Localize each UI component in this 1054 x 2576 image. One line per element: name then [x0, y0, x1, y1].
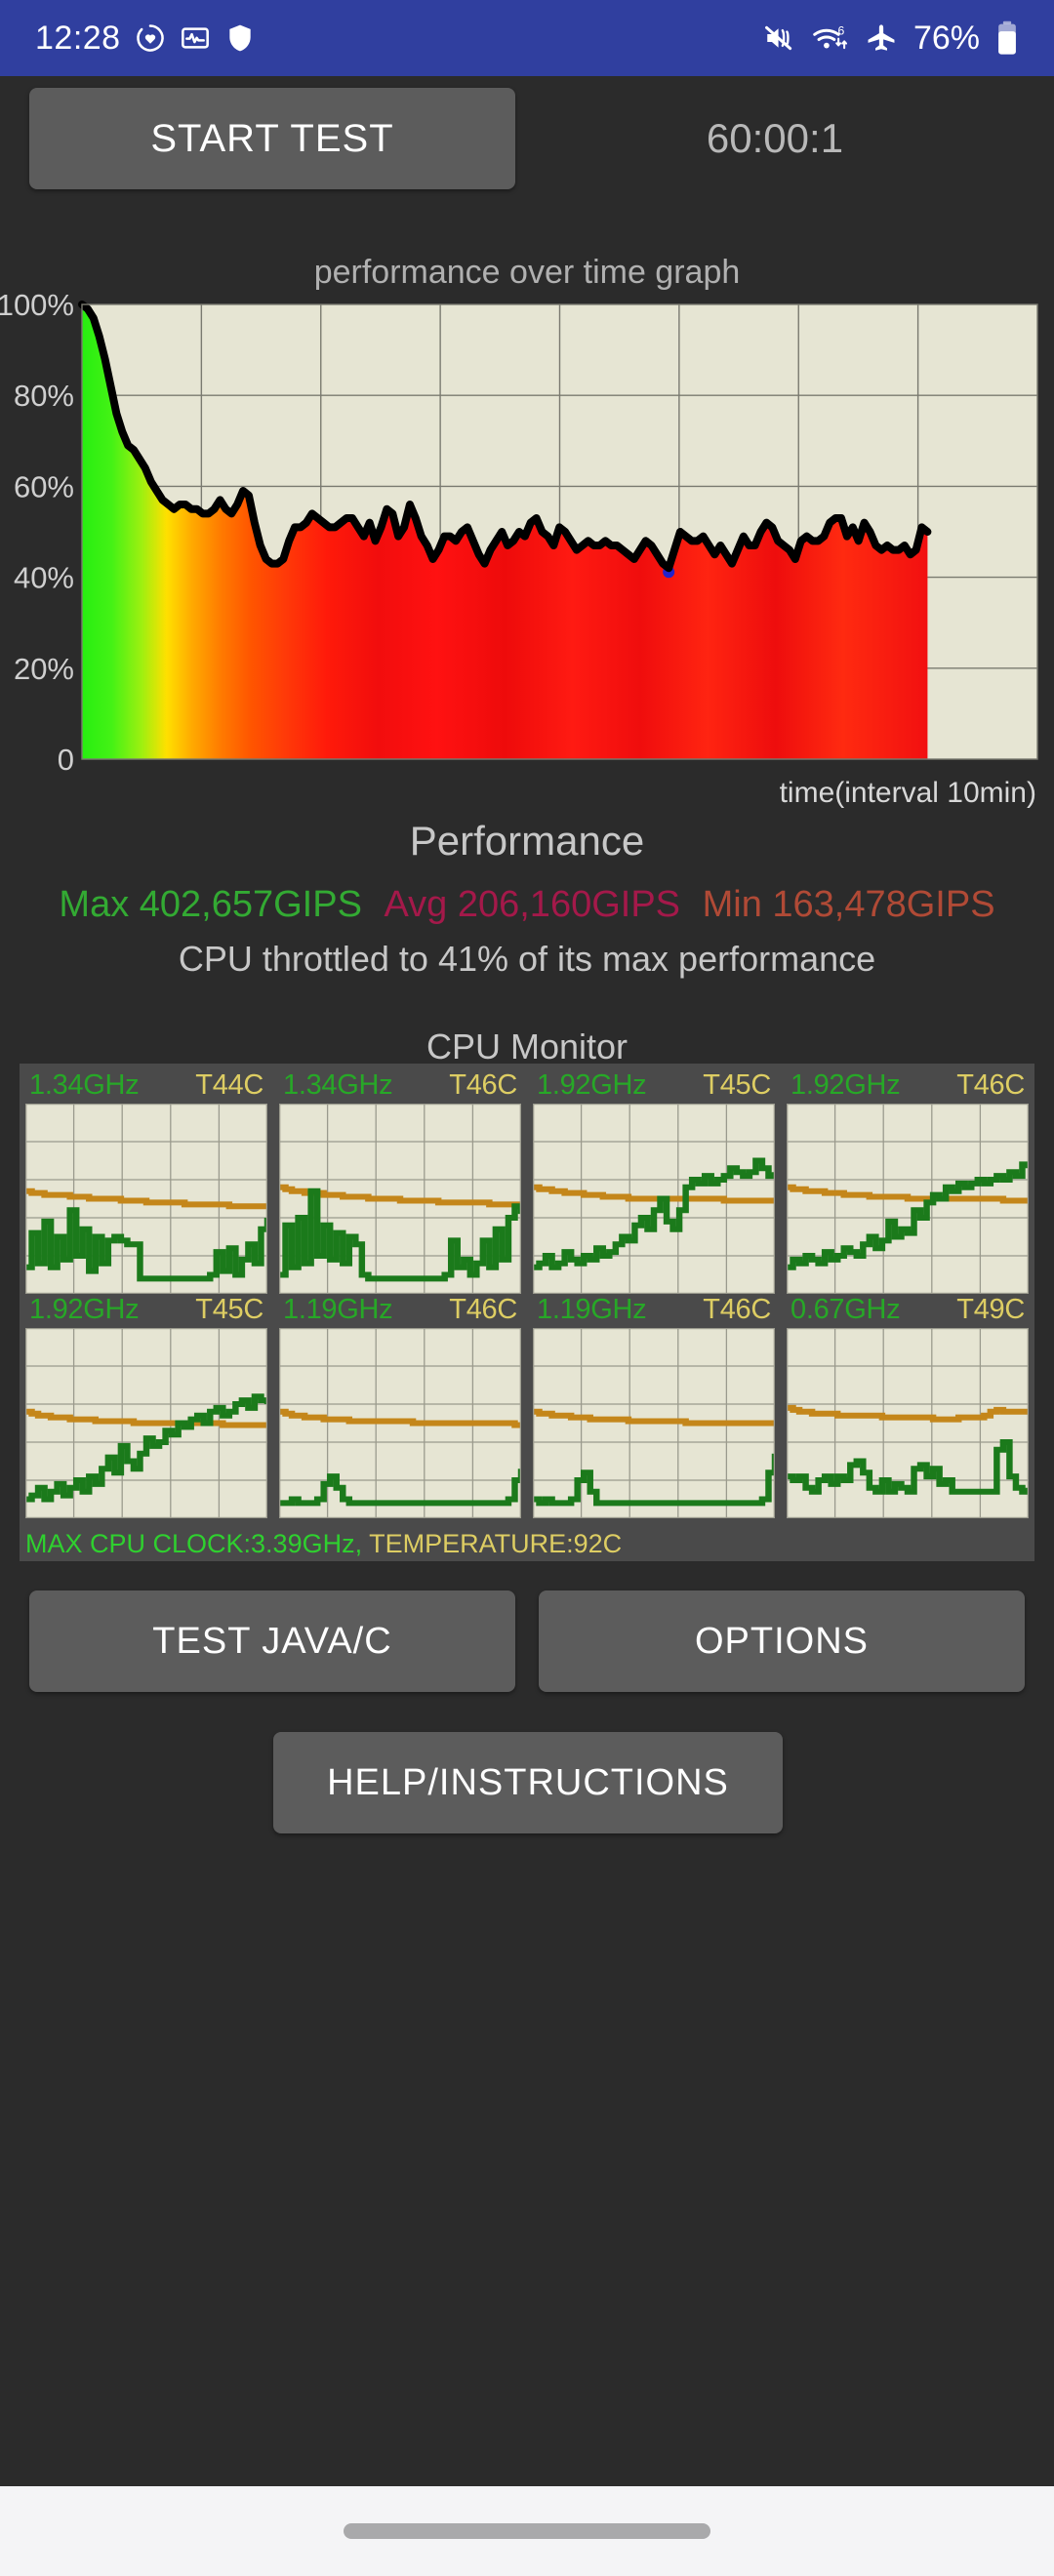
cpu-core-cell: 1.19GHz T46C: [279, 1294, 521, 1518]
graph-y-tick: 0: [58, 743, 74, 777]
pulse-monitor-icon: [180, 22, 211, 54]
graph-y-tick: 20%: [14, 652, 74, 686]
max-temperature-label: TEMPERATURE:92C: [369, 1529, 623, 1558]
cpu-monitor-title: CPU Monitor: [426, 1026, 628, 1067]
cpu-core-cell: 1.92GHz T46C: [787, 1069, 1029, 1294]
help-instructions-button[interactable]: HELP/INSTRUCTIONS: [273, 1732, 783, 1833]
cpu-core-temperature: T46C: [449, 1294, 517, 1325]
performance-stats-row: Max 402,657GIPS Avg 206,160GIPS Min 163,…: [0, 884, 1054, 926]
cpu-core-temperature: T46C: [449, 1069, 517, 1101]
cpu-core-row-bottom: 1.92GHz T45C 1.19GHz T46C 1.19GHz T46C 0.67GHz…: [25, 1294, 1029, 1518]
cpu-core-header: 1.92GHz T45C: [25, 1294, 267, 1328]
cpu-core-cell: 1.92GHz T45C: [533, 1069, 775, 1294]
cpu-core-header: 1.19GHz T46C: [279, 1294, 521, 1328]
status-bar-left-group: 12:28: [35, 20, 256, 58]
cpu-core-cell: 0.67GHz T49C: [787, 1294, 1029, 1518]
battery-icon: [995, 20, 1019, 56]
cpu-core-header: 0.67GHz T49C: [787, 1294, 1029, 1328]
cpu-core-chart: [25, 1328, 267, 1518]
cpu-core-temperature: T44C: [195, 1069, 264, 1101]
mute-vibrate-icon: [763, 21, 796, 55]
graph-y-tick: 80%: [14, 379, 74, 413]
cpu-core-frequency: 1.19GHz: [283, 1294, 393, 1325]
graph-y-tick: 40%: [14, 561, 74, 595]
graph-x-axis-label: time(interval 10min): [779, 777, 1036, 809]
cpu-core-chart: [533, 1328, 775, 1518]
options-button[interactable]: OPTIONS: [539, 1590, 1025, 1692]
cpu-core-temperature: T46C: [703, 1294, 771, 1325]
cpu-throttle-summary: CPU throttled to 41% of its max performa…: [178, 939, 876, 979]
cpu-core-chart: [533, 1104, 775, 1294]
cpu-core-temperature: T49C: [956, 1294, 1025, 1325]
max-cpu-clock-label: MAX CPU CLOCK:3.39GHz,: [25, 1529, 363, 1558]
wifi-6-icon: 6: [812, 21, 849, 55]
cpu-core-header: 1.92GHz T46C: [787, 1069, 1029, 1104]
cpu-core-frequency: 1.19GHz: [537, 1294, 647, 1325]
cpu-core-cell: 1.34GHz T46C: [279, 1069, 521, 1294]
cpu-core-header: 1.19GHz T46C: [533, 1294, 775, 1328]
performance-graph-svg: 100% 80% 60% 40% 20% 0: [0, 293, 1038, 777]
status-bar: 12:28 6 76%: [0, 0, 1054, 76]
airplane-mode-icon: [865, 21, 898, 55]
top-controls-row: START TEST 60:00:1: [0, 76, 1054, 201]
graph-y-tick: 60%: [14, 469, 74, 503]
status-bar-clock: 12:28: [35, 19, 121, 57]
cpu-core-frequency: 1.34GHz: [283, 1069, 393, 1101]
start-test-button[interactable]: START TEST: [29, 88, 515, 189]
heart-activity-icon: [135, 22, 166, 54]
cpu-core-header: 1.34GHz T46C: [279, 1069, 521, 1104]
cpu-core-chart: [787, 1328, 1029, 1518]
cpu-core-cell: 1.19GHz T46C: [533, 1294, 775, 1518]
test-java-c-button[interactable]: TEST JAVA/C: [29, 1590, 515, 1692]
test-timer-label: 60:00:1: [706, 115, 844, 161]
status-bar-right-group: 6 76%: [763, 20, 1019, 58]
cpu-monitor-footer: MAX CPU CLOCK:3.39GHz, TEMPERATURE:92C: [25, 1529, 622, 1559]
cpu-core-row-top: 1.34GHz T44C 1.34GHz T46C 1.92GHz T45C 1.92GHz…: [25, 1069, 1029, 1294]
performance-avg-label: Avg 206,160GIPS: [384, 884, 681, 925]
battery-percent-label: 76%: [912, 19, 980, 57]
gesture-home-pill[interactable]: [344, 2523, 710, 2539]
cpu-core-cell: 1.34GHz T44C: [25, 1069, 267, 1294]
cpu-core-cell: 1.92GHz T45C: [25, 1294, 267, 1518]
cpu-core-chart: [279, 1328, 521, 1518]
performance-min-label: Min 163,478GIPS: [702, 884, 995, 925]
svg-text:6: 6: [837, 24, 844, 38]
performance-graph-title: performance over time graph: [313, 254, 741, 291]
cpu-monitor-panel: 1.34GHz T44C 1.34GHz T46C 1.92GHz T45C 1.92GHz…: [20, 1064, 1034, 1561]
system-navigation-bar: [0, 2486, 1054, 2576]
cpu-core-temperature: T45C: [195, 1294, 264, 1325]
cpu-core-frequency: 1.92GHz: [29, 1294, 140, 1325]
cpu-core-header: 1.92GHz T45C: [533, 1069, 775, 1104]
graph-y-tick: 100%: [0, 293, 74, 322]
cpu-core-chart: [25, 1104, 267, 1294]
performance-max-label: Max 402,657GIPS: [59, 884, 362, 925]
cpu-core-frequency: 0.67GHz: [790, 1294, 901, 1325]
cpu-core-frequency: 1.92GHz: [790, 1069, 901, 1101]
cpu-core-chart: [787, 1104, 1029, 1294]
cpu-core-frequency: 1.34GHz: [29, 1069, 140, 1101]
cpu-core-header: 1.34GHz T44C: [25, 1069, 267, 1104]
cpu-core-frequency: 1.92GHz: [537, 1069, 647, 1101]
cpu-core-temperature: T45C: [703, 1069, 771, 1101]
cpu-core-chart: [279, 1104, 521, 1294]
performance-over-time-graph: 100% 80% 60% 40% 20% 0: [0, 293, 1054, 781]
shield-icon: [224, 22, 256, 54]
cpu-core-temperature: T46C: [956, 1069, 1025, 1101]
performance-section-title: Performance: [409, 818, 645, 864]
